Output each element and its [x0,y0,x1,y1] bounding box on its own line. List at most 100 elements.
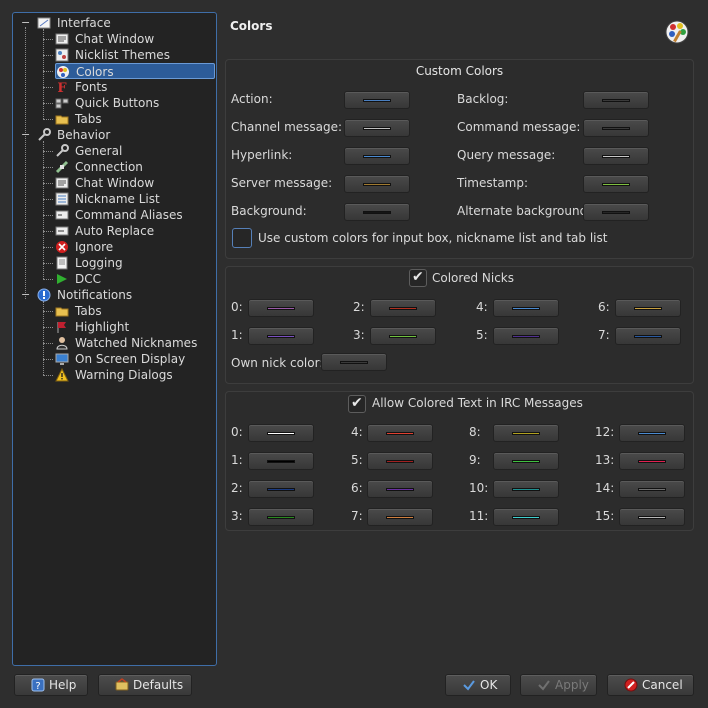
monitor-icon [55,353,69,365]
dcc-arrow-icon [57,274,67,284]
tree-item-label: Tabs [75,112,102,126]
tree-item-watched-nicknames[interactable]: Watched Nicknames [55,335,216,351]
irc-color-button[interactable] [248,508,314,526]
custom-color-button[interactable] [583,119,649,137]
tree-item-logging[interactable]: Logging [55,255,216,271]
tree-item-chat-window[interactable]: Chat Window [55,175,216,191]
tree-item-highlight[interactable]: Highlight [55,319,216,335]
nick-color-button[interactable] [248,299,314,317]
collapse-toggle[interactable]: − [21,289,30,300]
irc-color-button[interactable] [493,508,559,526]
irc-color-button[interactable] [248,424,314,442]
quick-buttons-icon [55,98,69,109]
nick-color-button[interactable] [370,299,436,317]
custom-color-label: Query message: [457,148,556,162]
color-swatch [267,307,295,310]
tree-item-label: Behavior [57,128,111,142]
irc-color-button[interactable] [493,480,559,498]
irc-color-button[interactable] [367,480,433,498]
custom-color-button[interactable] [583,147,649,165]
collapse-toggle[interactable]: − [21,17,30,28]
chat-window-icon [55,33,69,45]
tree-item-fonts[interactable]: F Fonts [55,79,216,95]
tree-item-auto-replace[interactable]: Auto Replace [55,223,216,239]
color-swatch [602,183,630,186]
custom-color-button[interactable] [583,203,649,221]
custom-colors-checkbox-label[interactable]: Use custom colors for input box, nicknam… [258,231,607,245]
nick-color-button[interactable] [370,327,436,345]
colored-nicks-title[interactable]: Colored Nicks [432,271,514,285]
nick-color-button[interactable] [493,299,559,317]
nick-color-button[interactable] [248,327,314,345]
irc-color-button[interactable] [619,424,685,442]
irc-color-button[interactable] [367,452,433,470]
irc-color-button[interactable] [248,480,314,498]
colored-nicks-checkbox[interactable] [409,269,427,287]
tree-item-general[interactable]: General [55,143,216,159]
tree-item-colors[interactable]: Colors [55,63,215,79]
tree-item-on-screen-display[interactable]: On Screen Display [55,351,216,367]
nick-color-button[interactable] [615,327,681,345]
wrench-icon [56,144,69,157]
cancel-button[interactable]: Cancel [607,674,694,696]
irc-color-button[interactable] [367,424,433,442]
page-title: Colors [230,19,273,33]
custom-color-button[interactable] [344,203,410,221]
irc-colors-checkbox[interactable] [348,395,366,413]
tree-item-quick-buttons[interactable]: Quick Buttons [55,95,216,111]
tree-item-label: Watched Nicknames [75,336,198,350]
color-swatch [267,460,295,463]
tree-root-line [25,27,26,299]
tree-item-interface[interactable]: Interface [37,15,207,31]
tree-branch-line [43,215,53,216]
custom-color-label: Action: [231,92,273,106]
colors-palette-icon [665,20,689,44]
custom-colors-checkbox[interactable] [232,228,252,248]
tree-item-behavior[interactable]: Behavior [37,127,207,143]
irc-color-button[interactable] [619,508,685,526]
apply-button[interactable]: Apply [520,674,597,696]
tree-item-notifications[interactable]: Notifications [37,287,207,303]
irc-colors-title[interactable]: Allow Colored Text in IRC Messages [372,396,583,410]
irc-color-button[interactable] [367,508,433,526]
tree-item-label: Tabs [75,304,102,318]
tree-item-command-aliases[interactable]: Command Aliases [55,207,216,223]
custom-color-button[interactable] [344,91,410,109]
tree-item-nicklist-themes[interactable]: Nicklist Themes [55,47,216,63]
ok-button[interactable]: OK [445,674,511,696]
tree-item-label: Auto Replace [75,224,155,238]
tree-item-nickname-list[interactable]: Nickname List [55,191,216,207]
color-swatch [389,307,417,310]
help-button[interactable]: ? Help [14,674,88,696]
custom-color-button[interactable] [344,119,410,137]
connection-icon [55,160,69,174]
color-swatch [602,99,630,102]
custom-color-button[interactable] [344,147,410,165]
color-swatch [363,183,391,186]
tree-item-warning-dialogs[interactable]: Warning Dialogs [55,367,216,383]
nickname-list-icon [55,192,69,206]
tree-branch-line [43,167,53,168]
nick-color-button[interactable] [493,327,559,345]
tree-item-chat-window[interactable]: Chat Window [55,31,216,47]
settings-tree[interactable]: − Interface Chat Window Nicklist Themes Colo… [12,12,217,666]
tree-item-tabs[interactable]: Tabs [55,303,216,319]
collapse-toggle[interactable]: − [21,129,30,140]
custom-color-button[interactable] [583,175,649,193]
defaults-button[interactable]: Defaults [98,674,192,696]
nick-color-button[interactable] [615,299,681,317]
svg-text:F: F [57,81,67,94]
irc-color-button[interactable] [248,452,314,470]
irc-color-button[interactable] [493,424,559,442]
tree-item-dcc[interactable]: DCC [55,271,216,287]
own-nick-color-button[interactable] [321,353,387,371]
tree-item-tabs[interactable]: Tabs [55,111,216,127]
irc-color-button[interactable] [619,452,685,470]
custom-color-button[interactable] [583,91,649,109]
tree-item-connection[interactable]: Connection [55,159,216,175]
custom-color-button[interactable] [344,175,410,193]
tree-item-ignore[interactable]: Ignore [55,239,216,255]
color-swatch [386,432,414,435]
irc-color-button[interactable] [493,452,559,470]
irc-color-button[interactable] [619,480,685,498]
